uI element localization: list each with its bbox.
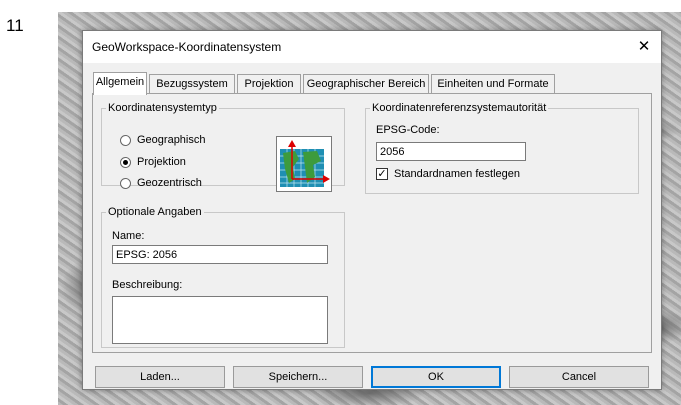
name-input[interactable]: EPSG: 2056 [112,245,328,264]
name-label: Name: [112,230,145,242]
radio-indicator [120,177,131,189]
radio-label: Projektion [137,156,186,168]
tab-bezugssystem[interactable]: Bezugssystem [149,74,235,94]
load-button[interactable]: Laden... [95,366,225,388]
radio-indicator-selected [120,156,131,168]
projection-map-icon [276,136,332,192]
title-bar: GeoWorkspace-Koordinatensystem ✕ [83,31,661,63]
radio-projektion[interactable]: Projektion [120,156,186,168]
coordinate-system-dialog: GeoWorkspace-Koordinatensystem ✕ Allgeme… [82,30,662,390]
window-title: GeoWorkspace-Koordinatensystem [92,40,282,54]
epsg-code-input[interactable]: 2056 [376,142,526,161]
tab-allgemein[interactable]: Allgemein [93,72,147,95]
coord-type-group: Koordinatensystemtyp Geographisch Projek… [101,102,345,192]
radio-geozentrisch[interactable]: Geozentrisch [120,177,202,189]
radio-indicator [120,134,131,146]
tab-einheiten-und-formate[interactable]: Einheiten und Formate [431,74,555,94]
description-input[interactable] [112,296,328,344]
authority-legend: Koordinatenreferenzsystemautorität [372,102,547,114]
epsg-code-label: EPSG-Code: [376,124,440,136]
tab-projektion[interactable]: Projektion [237,74,301,94]
standard-names-checkbox[interactable]: ✓ Standardnamen festlegen [376,168,520,180]
optional-info-legend: Optionale Angaben [108,206,202,218]
description-label: Beschreibung: [112,279,183,291]
cancel-button[interactable]: Cancel [509,366,649,388]
ok-button[interactable]: OK [371,366,501,388]
checkmark-icon: ✓ [376,168,388,180]
standard-names-label: Standardnamen festlegen [394,168,520,180]
step-number: 11 [6,16,24,35]
tab-geographischer-bereich[interactable]: Geographischer Bereich [303,74,429,94]
coord-type-legend: Koordinatensystemtyp [108,102,217,114]
radio-label: Geozentrisch [137,177,202,189]
optional-info-group: Optionale Angaben Name: EPSG: 2056 Besch… [101,206,345,348]
radio-label: Geographisch [137,134,206,146]
save-button[interactable]: Speichern... [233,366,363,388]
authority-group: Koordinatenreferenzsystemautorität EPSG-… [365,102,639,194]
radio-geographisch[interactable]: Geographisch [120,134,206,146]
tab-panel-allgemein: Koordinatensystemtyp Geographisch Projek… [92,93,652,353]
close-icon[interactable]: ✕ [627,31,661,63]
